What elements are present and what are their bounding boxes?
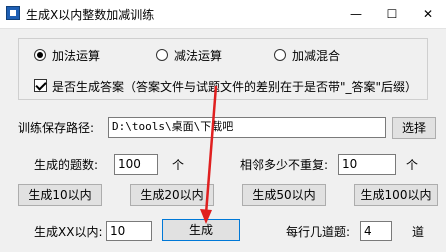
radio-subtraction-indicator[interactable] <box>156 49 168 61</box>
custom-range-label: 生成XX以内: <box>34 225 103 239</box>
maximize-button[interactable]: ☐ <box>374 0 410 28</box>
title-bar: 生成X以内整数加减训练 — ☐ ✕ <box>0 0 446 29</box>
radio-mixed-indicator[interactable] <box>274 49 286 61</box>
radio-addition-indicator[interactable] <box>34 49 46 61</box>
preset-50-button[interactable]: 生成50以内 <box>242 184 326 206</box>
radio-subtraction-label: 减法运算 <box>174 49 223 63</box>
custom-range-input[interactable]: 10 <box>106 221 152 241</box>
per-line-label: 每行几道题: <box>286 225 351 239</box>
question-count-label: 生成的题数: <box>34 158 99 172</box>
generate-answer-label: 是否生成答案（答案文件与试题文件的差别在于是否带"_答案"后缀） <box>52 80 418 94</box>
no-repeat-input[interactable]: 10 <box>338 154 396 175</box>
radio-mixed-label: 加减混合 <box>292 49 341 63</box>
save-path-input[interactable]: D:\tools\桌面\下载吧 <box>108 117 386 138</box>
save-path-label: 训练保存路径: <box>18 121 95 135</box>
question-count-unit: 个 <box>172 158 185 172</box>
radio-addition-label: 加法运算 <box>52 49 101 63</box>
preset-20-button[interactable]: 生成20以内 <box>130 184 214 206</box>
generate-answer-checkbox[interactable] <box>34 79 47 92</box>
no-repeat-label: 相邻多少不重复: <box>240 158 329 172</box>
preset-10-button[interactable]: 生成10以内 <box>18 184 102 206</box>
minimize-button[interactable]: — <box>338 0 374 28</box>
question-count-input[interactable]: 100 <box>114 154 158 175</box>
watermark-decoration <box>402 168 442 252</box>
generate-button[interactable]: 生成 <box>162 219 240 241</box>
app-icon <box>6 6 20 20</box>
per-line-input[interactable]: 4 <box>360 221 392 241</box>
window-title: 生成X以内整数加减训练 <box>26 8 155 22</box>
close-button[interactable]: ✕ <box>410 0 446 28</box>
browse-button[interactable]: 选择 <box>392 117 436 139</box>
